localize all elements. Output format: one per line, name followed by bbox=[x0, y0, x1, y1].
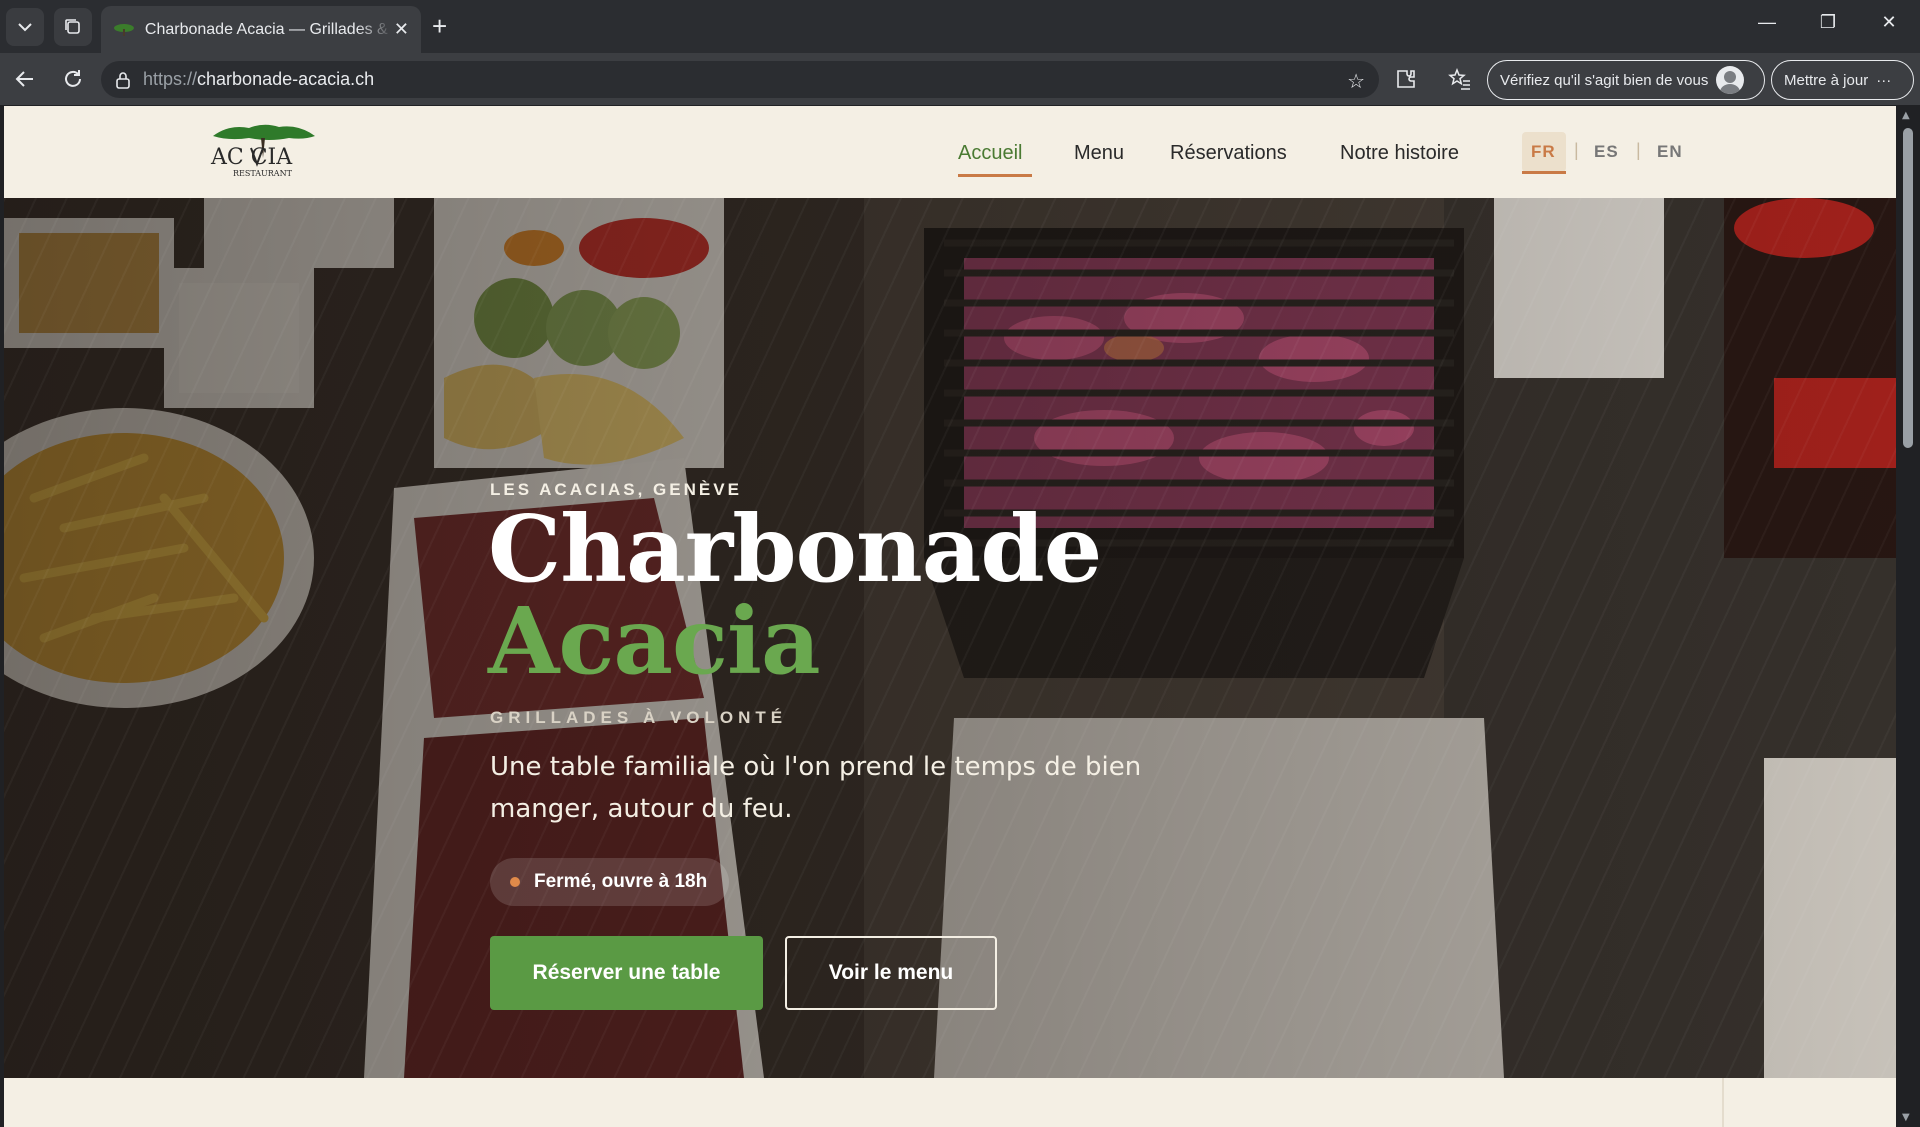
status-dot-icon bbox=[510, 877, 520, 887]
restore-icon[interactable]: ❐ bbox=[1813, 12, 1843, 33]
browser-toolbar: https://charbonade-acacia.ch ☆ Vérifiez … bbox=[0, 53, 1920, 105]
next-section bbox=[4, 1078, 1896, 1127]
scroll-up-icon[interactable]: ▲ bbox=[1902, 110, 1910, 121]
favorite-star-icon[interactable]: ☆ bbox=[1347, 69, 1365, 93]
site-header: AC CIA RESTAURANT Accueil Menu Réservati… bbox=[4, 106, 1896, 198]
lang-fr[interactable]: FR bbox=[1531, 142, 1556, 162]
nav-menu[interactable]: Menu bbox=[1074, 142, 1124, 165]
minimize-icon[interactable]: — bbox=[1752, 12, 1782, 33]
hero-title-line2: Acacia bbox=[488, 587, 821, 695]
nav-reservations[interactable]: Réservations bbox=[1170, 142, 1287, 165]
scroll-thumb[interactable] bbox=[1903, 128, 1913, 448]
lang-separator: | bbox=[1574, 140, 1579, 160]
tab-close-icon[interactable]: ✕ bbox=[394, 19, 409, 40]
page-viewport: AC CIA RESTAURANT Accueil Menu Réservati… bbox=[4, 106, 1896, 1127]
tab-title: Charbonade Acacia — Grillades & Rôtisser… bbox=[144, 20, 394, 38]
profile-button[interactable]: Vérifiez qu'il s'agit bien de vous bbox=[1487, 60, 1765, 100]
lang-separator: | bbox=[1636, 140, 1641, 160]
update-button[interactable]: Mettre à jour ··· bbox=[1771, 60, 1914, 100]
collections-icon bbox=[65, 19, 80, 34]
chevron-down-icon bbox=[18, 23, 32, 32]
status-text: Fermé, ouvre à 18h bbox=[534, 871, 708, 892]
url-text: https://charbonade-acacia.ch bbox=[143, 69, 375, 89]
back-icon[interactable] bbox=[12, 66, 38, 92]
active-tab[interactable]: Charbonade Acacia — Grillades & Rôtisser… bbox=[101, 6, 421, 53]
lock-icon[interactable] bbox=[115, 71, 131, 89]
address-bar[interactable]: https://charbonade-acacia.ch ☆ bbox=[101, 61, 1379, 98]
nav-accueil[interactable]: Accueil bbox=[958, 142, 1022, 165]
avatar bbox=[1716, 66, 1745, 94]
hero-tagline: GRILLADES À VOLONTÉ bbox=[490, 708, 788, 727]
acacia-logo[interactable]: AC CIA RESTAURANT bbox=[209, 122, 319, 180]
lang-es[interactable]: ES bbox=[1594, 142, 1619, 162]
lang-active-underline bbox=[1522, 171, 1566, 174]
reload-icon[interactable] bbox=[60, 66, 86, 92]
extensions-icon[interactable] bbox=[1393, 66, 1419, 92]
hero-description: Une table familiale où l'on prend le tem… bbox=[490, 752, 1142, 824]
update-label: Mettre à jour bbox=[1784, 71, 1869, 89]
profile-prompt: Vérifiez qu'il s'agit bien de vous bbox=[1500, 71, 1709, 89]
view-menu-button[interactable]: Voir le menu bbox=[785, 936, 997, 1010]
nav-active-underline bbox=[958, 174, 1032, 177]
more-icon: ··· bbox=[1876, 71, 1892, 89]
opening-status-badge: Fermé, ouvre à 18h bbox=[490, 858, 730, 906]
favorites-icon[interactable] bbox=[1447, 66, 1473, 92]
new-tab-button[interactable]: + bbox=[432, 12, 447, 40]
lang-en[interactable]: EN bbox=[1657, 142, 1683, 162]
workspaces-button[interactable] bbox=[54, 8, 92, 46]
svg-text:RESTAURANT: RESTAURANT bbox=[233, 169, 293, 178]
section-divider bbox=[1722, 1078, 1724, 1127]
scroll-down-icon[interactable]: ▼ bbox=[1902, 1112, 1910, 1123]
browser-tab-bar: Charbonade Acacia — Grillades & Rôtisser… bbox=[0, 0, 1920, 53]
nav-notre-histoire[interactable]: Notre histoire bbox=[1340, 142, 1459, 165]
reserve-table-button[interactable]: Réserver une table bbox=[490, 936, 763, 1010]
tab-list-button[interactable] bbox=[6, 8, 44, 46]
close-window-icon[interactable]: ✕ bbox=[1874, 12, 1904, 33]
hero-section: LES ACACIAS, GENÈVE Charbonade Acacia GR… bbox=[4, 198, 1896, 1078]
site-favicon-icon bbox=[113, 23, 134, 36]
page-scrollbar[interactable]: ▲ ▼ bbox=[1896, 106, 1920, 1127]
